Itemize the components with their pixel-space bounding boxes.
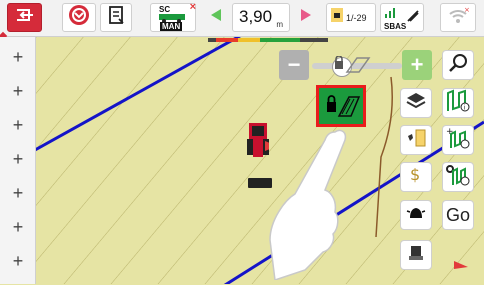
search-button[interactable] [442, 50, 474, 80]
field-add-icon: + [445, 126, 471, 155]
speed-decrease-button[interactable] [204, 3, 228, 32]
lock-field-button[interactable] [316, 85, 366, 127]
layers-button[interactable] [400, 88, 432, 118]
gps-status-button[interactable]: SBAS [380, 3, 424, 32]
svg-text:×: × [464, 6, 469, 14]
plus-icon[interactable]: + [8, 81, 28, 101]
go-label: Go [445, 204, 470, 225]
sections-button[interactable]: 1/-29 [326, 3, 376, 32]
hand-pointer-icon [265, 120, 355, 282]
arrow-right-icon [299, 8, 313, 27]
steering-wheel-icon [68, 4, 90, 31]
plus-icon[interactable]: + [8, 183, 28, 203]
speed-value: 3,90 [239, 7, 273, 26]
notepad-icon [107, 5, 125, 30]
arrow-left-icon [209, 8, 223, 27]
exit-icon [15, 7, 35, 28]
magnifier-icon [447, 52, 469, 79]
field-settings-button[interactable] [442, 162, 474, 192]
steering-mode-sub: MAN [160, 21, 183, 31]
top-toolbar: SC MAN × 3,90 m 1/-29 SBAS × [0, 0, 484, 37]
plus-icon[interactable]: + [8, 115, 28, 135]
close-icon: × [189, 0, 196, 13]
implement-icon: $ [407, 165, 425, 190]
section-count: 1/-29 [346, 12, 367, 23]
field-gear-icon [445, 163, 471, 192]
wifi-button[interactable]: × [440, 3, 476, 32]
machine-icon [407, 244, 425, 267]
lock-pattern-icon [333, 55, 371, 74]
add-field-button[interactable]: + [442, 125, 474, 155]
bell-icon [405, 203, 427, 228]
field-info-icon: i [445, 89, 471, 118]
workrule-button[interactable] [400, 125, 432, 155]
plus-icon[interactable]: + [8, 47, 28, 67]
workrule-icon [405, 128, 427, 153]
speed-increase-button[interactable] [294, 3, 318, 32]
signal-label: SBAS [384, 21, 407, 31]
zoom-in-button[interactable]: + [402, 50, 432, 80]
speed-display[interactable]: 3,90 m [232, 3, 290, 32]
notepad-button[interactable] [100, 3, 132, 32]
alarm-button[interactable] [400, 200, 432, 230]
implement-settings-button[interactable]: $ [400, 162, 432, 192]
field-info-button[interactable]: i [442, 88, 474, 118]
left-panel: + + + + + + + [0, 37, 36, 284]
gps-signal-icon: SBAS [383, 5, 421, 31]
tractor-mode-icon: SC MAN × [153, 1, 196, 31]
speed-unit: m [276, 20, 283, 29]
steering-button[interactable] [62, 3, 96, 32]
svg-text:+: + [446, 127, 454, 137]
plus-icon[interactable]: + [8, 251, 28, 271]
exit-button[interactable] [7, 3, 42, 32]
collapse-arrow-icon[interactable] [452, 258, 470, 270]
go-button[interactable]: Go [442, 200, 474, 230]
wifi-icon: × [447, 6, 470, 29]
steering-mode-button[interactable]: SC MAN × [150, 1, 196, 32]
sections-icon [330, 7, 344, 28]
zoom-out-button[interactable]: − [279, 50, 309, 80]
plus-icon[interactable]: + [8, 217, 28, 237]
svg-text:$: $ [410, 165, 420, 184]
layers-icon [406, 91, 426, 116]
plus-icon[interactable]: + [8, 149, 28, 169]
machine-button[interactable] [400, 240, 432, 270]
